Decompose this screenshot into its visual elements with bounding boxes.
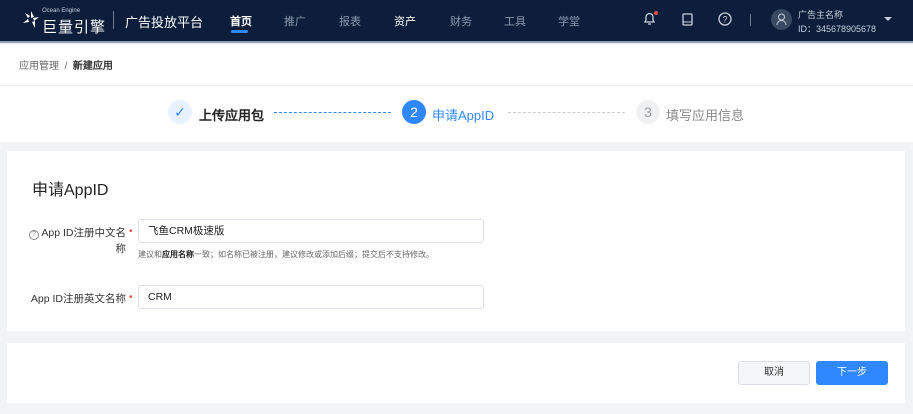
- help-icon[interactable]: ?: [718, 12, 732, 26]
- nav-promotion[interactable]: 推广: [284, 13, 306, 29]
- nav-home[interactable]: 首页: [230, 13, 252, 29]
- step-2-label: 申请AppID: [432, 108, 495, 123]
- breadcrumb-current: 新建应用: [72, 61, 113, 72]
- divider: [113, 11, 114, 29]
- notification-dot: [654, 11, 658, 15]
- nav-finance[interactable]: 财务: [450, 13, 472, 29]
- breadcrumb-parent[interactable]: 应用管理: [19, 61, 59, 72]
- active-nav-indicator: [231, 30, 248, 33]
- required-mark: •: [129, 226, 133, 237]
- user-id: ID：345678905678: [798, 24, 877, 34]
- cancel-button[interactable]: 取消: [738, 361, 810, 385]
- nav-tools[interactable]: 工具: [504, 13, 526, 29]
- brand-name: 巨量引擎: [42, 19, 107, 36]
- form-title: 申请AppID: [32, 182, 109, 199]
- divider: [750, 14, 751, 26]
- svg-text:?: ?: [722, 15, 727, 25]
- breadcrumb: 应用管理 / 新建应用: [19, 57, 113, 72]
- en-name-input[interactable]: CRM: [138, 285, 484, 309]
- chevron-down-icon[interactable]: [884, 17, 892, 21]
- steps-panel: [0, 45, 913, 142]
- step-1-label: 上传应用包: [199, 108, 265, 123]
- step-3-number: 3: [636, 100, 660, 124]
- platform-title: 广告投放平台: [125, 15, 204, 30]
- required-mark: •: [129, 292, 133, 303]
- step-3-label: 填写应用信息: [666, 108, 745, 123]
- help-icon[interactable]: ?: [29, 230, 40, 240]
- en-name-label: App ID注册英文名称: [30, 293, 126, 305]
- cn-name-label: ? App ID注册中文名 称: [6, 225, 126, 257]
- cn-name-hint: 建议和应用名称一致；如名称已被注册，建议修改或添加后缀；提交后不支持修改。: [138, 250, 434, 259]
- user-name: 广告主名称: [798, 10, 844, 20]
- nav-academy[interactable]: 学堂: [558, 13, 580, 29]
- ocean-engine-logo-icon: [23, 11, 39, 28]
- cn-name-input[interactable]: 飞鱼CRM极速版: [138, 219, 484, 243]
- step-1-check-icon: ✓: [168, 100, 192, 124]
- brand-subtitle: Ocean Engine: [42, 8, 81, 14]
- user-icon: [776, 13, 787, 26]
- avatar[interactable]: [771, 9, 792, 30]
- step-2-number: 2: [402, 100, 426, 124]
- nav-assets[interactable]: 资产: [394, 13, 416, 29]
- next-step-button[interactable]: 下一步: [816, 361, 888, 385]
- step-connector: [508, 112, 625, 113]
- step-connector: [274, 112, 391, 113]
- breadcrumb-separator: /: [64, 61, 68, 72]
- top-header: Ocean Engine 巨量引擎 广告投放平台 首页 推广 报表 资产 财务 …: [0, 0, 913, 43]
- tablet-icon[interactable]: [682, 13, 693, 26]
- nav-reports[interactable]: 报表: [339, 13, 361, 29]
